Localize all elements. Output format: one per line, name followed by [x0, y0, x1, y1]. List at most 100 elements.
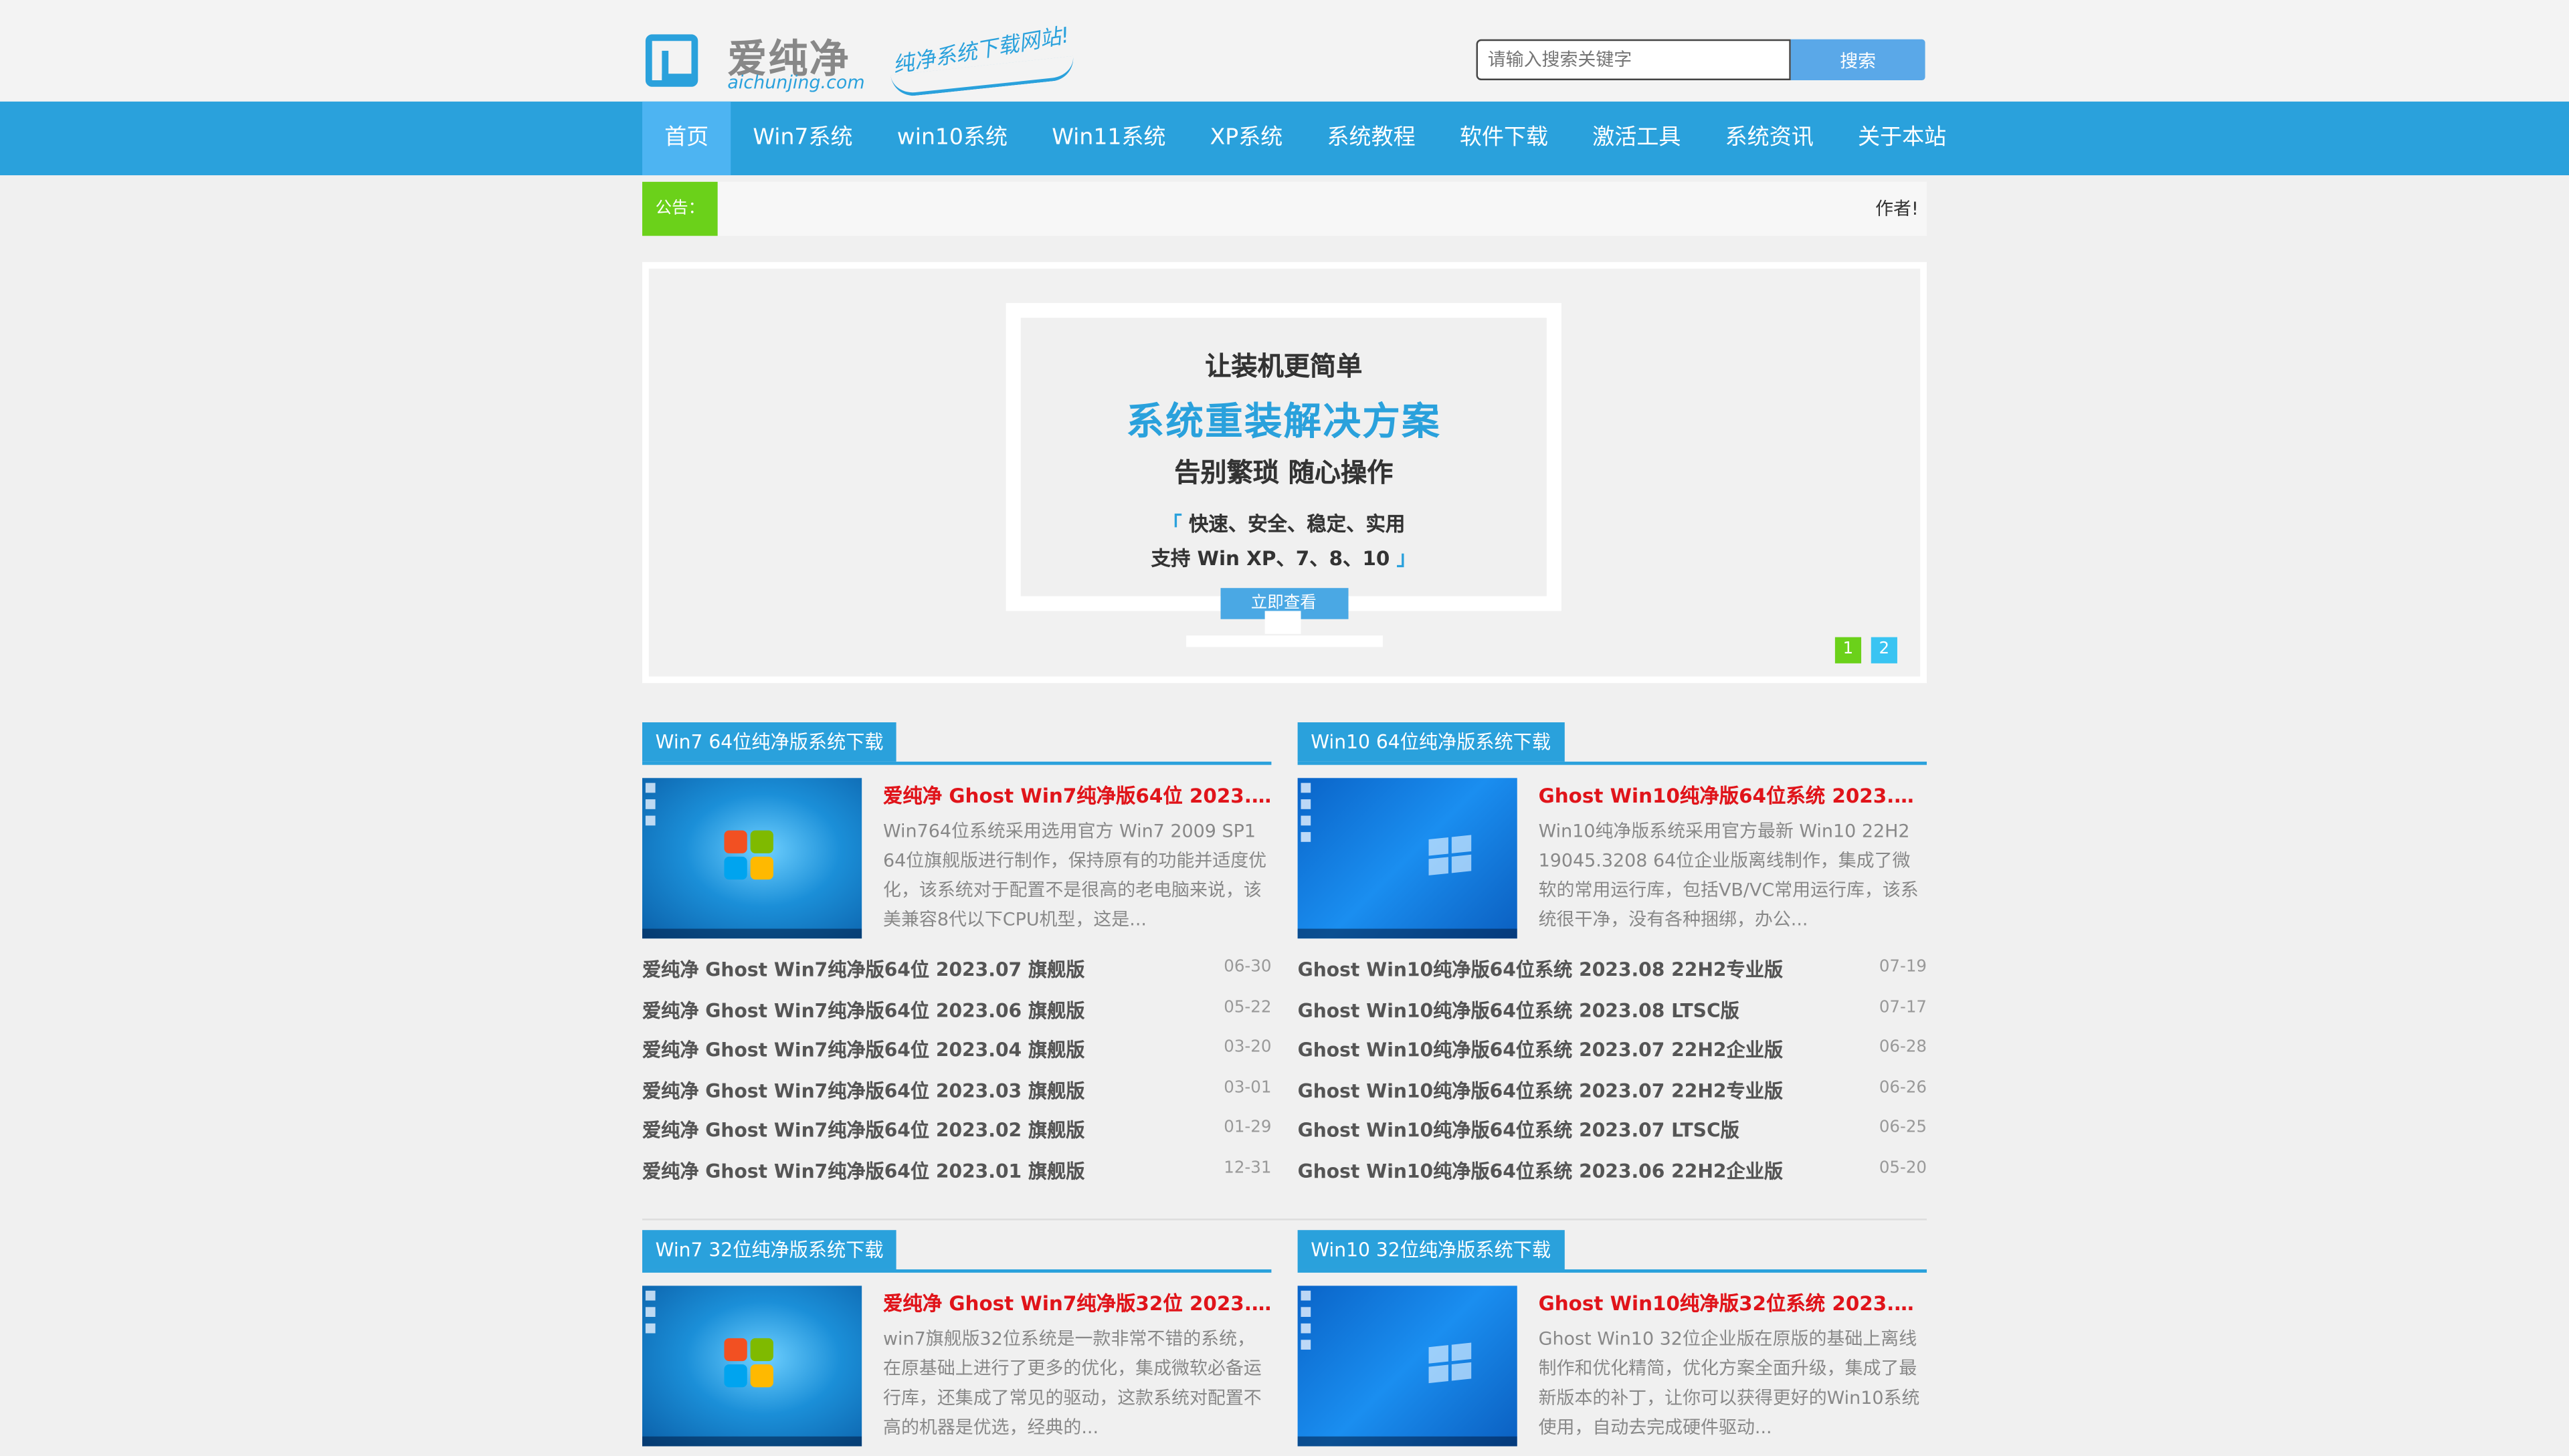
- banner-line-4: 「 快速、安全、稳定、实用: [1021, 510, 1547, 538]
- section-header: Win7 64位纯净版系统下载: [642, 722, 1272, 765]
- main-nav: 首页 Win7系统 win10系统 Win11系统 XP系统 系统教程 软件下载…: [0, 101, 2569, 176]
- list-item-title[interactable]: Ghost Win10纯净版64位系统 2023.08 LTSC版: [1298, 999, 1739, 1021]
- nav-item-win11[interactable]: Win11系统: [1030, 102, 1187, 175]
- featured-item: Ghost Win10纯净版32位系统 2023.08 22H2专业版 Ghos…: [1297, 1273, 1927, 1456]
- banner-slider: 让装机更简单 系统重装解决方案 告别繁琐 随心操作 「 快速、安全、稳定、实用 …: [642, 262, 1927, 684]
- windows10-logo-icon: [1428, 1342, 1475, 1386]
- list-item-date: 06-26: [1879, 1078, 1927, 1097]
- win7-thumbnail[interactable]: [642, 778, 862, 939]
- list-item[interactable]: 爱纯净 Ghost Win7纯净版64位 2023.01 旗舰版 12-31: [642, 1149, 1271, 1189]
- win10-thumbnail[interactable]: [1297, 1285, 1517, 1447]
- list-item[interactable]: Ghost Win10纯净版64位系统 2023.08 22H2专业版 07-19: [1298, 948, 1927, 989]
- taskbar: [1297, 1436, 1517, 1447]
- article-list: Ghost Win10纯净版64位系统 2023.08 22H2专业版 07-19…: [1298, 948, 1927, 1189]
- list-item-title[interactable]: Ghost Win10纯净版64位系统 2023.06 22H2企业版: [1298, 1159, 1783, 1182]
- list-item-date: 05-20: [1879, 1158, 1927, 1177]
- section-divider: [642, 1219, 1927, 1221]
- nav-item-about[interactable]: 关于本站: [1836, 102, 1968, 175]
- win7-thumbnail[interactable]: [642, 1285, 862, 1447]
- slider-page-1[interactable]: 1: [1834, 637, 1862, 663]
- list-item[interactable]: 爱纯净 Ghost Win7纯净版64位 2023.06 旗舰版 05-22: [642, 989, 1271, 1029]
- list-item-date: 05-22: [1224, 998, 1272, 1017]
- section-title[interactable]: Win10 64位纯净版系统下载: [1297, 722, 1564, 762]
- list-item[interactable]: 爱纯净 Ghost Win7纯净版64位 2023.04 旗舰版 03-20: [642, 1029, 1271, 1069]
- list-item-title[interactable]: 爱纯净 Ghost Win7纯净版64位 2023.01 旗舰版: [642, 1159, 1084, 1182]
- section-header: Win10 64位纯净版系统下载: [1297, 722, 1927, 765]
- list-item-title[interactable]: 爱纯净 Ghost Win7纯净版64位 2023.02 旗舰版: [642, 1119, 1084, 1142]
- nav-item-activation[interactable]: 激活工具: [1570, 102, 1703, 175]
- desktop-icon: [1301, 815, 1311, 826]
- list-item[interactable]: Ghost Win10纯净版64位系统 2023.06 22H2企业版 05-20: [1298, 1149, 1927, 1189]
- bracket-open: 「: [1162, 512, 1182, 536]
- windows7-logo-icon: [724, 1338, 776, 1390]
- section-win10-32: Win10 32位纯净版系统下载 Ghost Win10纯净版32位系统 202…: [1297, 1230, 1927, 1456]
- nav-item-software[interactable]: 软件下载: [1438, 102, 1570, 175]
- list-item-date: 06-28: [1879, 1038, 1927, 1057]
- featured-title[interactable]: 爱纯净 Ghost Win7纯净版32位 2023.07 旗舰版: [883, 1289, 1271, 1317]
- featured-title[interactable]: Ghost Win10纯净版64位系统 2023.08 22H2专业版: [1539, 781, 1927, 809]
- list-item-title[interactable]: 爱纯净 Ghost Win7纯净版64位 2023.07 旗舰版: [642, 958, 1084, 981]
- desktop-icon: [1301, 783, 1311, 793]
- nav-item-win7[interactable]: Win7系统: [731, 102, 874, 175]
- section-win7-32: Win7 32位纯净版系统下载 爱纯净 Ghost Win7纯净版32位 202…: [642, 1230, 1272, 1456]
- featured-desc: Win10纯净版系统采用官方最新 Win10 22H2 19045.3208 6…: [1538, 820, 1919, 931]
- nav-item-news[interactable]: 系统资讯: [1703, 102, 1836, 175]
- article-list: 爱纯净 Ghost Win7纯净版64位 2023.07 旗舰版 06-30 爱纯…: [642, 948, 1271, 1189]
- slider-pager: 1 2: [1834, 637, 1897, 663]
- list-item-date: 07-19: [1879, 958, 1927, 976]
- section-title[interactable]: Win10 32位纯净版系统下载: [1297, 1230, 1564, 1269]
- list-item-title[interactable]: Ghost Win10纯净版64位系统 2023.07 22H2专业版: [1298, 1079, 1783, 1102]
- desktop-icon: [1301, 1307, 1311, 1317]
- nav-item-tutorials[interactable]: 系统教程: [1305, 102, 1437, 175]
- list-item[interactable]: Ghost Win10纯净版64位系统 2023.08 LTSC版 07-17: [1298, 989, 1927, 1029]
- windows7-logo-icon: [724, 830, 776, 883]
- section-title[interactable]: Win7 32位纯净版系统下载: [642, 1230, 897, 1269]
- section-title[interactable]: Win7 64位纯净版系统下载: [642, 722, 897, 762]
- list-item-title[interactable]: 爱纯净 Ghost Win7纯净版64位 2023.04 旗舰版: [642, 1039, 1084, 1061]
- nav-item-win10[interactable]: win10系统: [875, 102, 1030, 175]
- page: 爱纯净 aichunjing.com 纯净系统下载网站! 搜索 首页 Win7系…: [0, 0, 2569, 1447]
- site-header: 爱纯净 aichunjing.com 纯净系统下载网站! 搜索: [0, 0, 2569, 102]
- search-button[interactable]: 搜索: [1790, 39, 1925, 81]
- list-item-title[interactable]: 爱纯净 Ghost Win7纯净版64位 2023.03 旗舰版: [642, 1079, 1084, 1102]
- list-item-date: 06-25: [1879, 1118, 1927, 1137]
- banner-line-1: 让装机更简单: [1205, 350, 1363, 382]
- list-item-date: 07-17: [1879, 998, 1927, 1017]
- desktop-icon: [645, 1290, 656, 1301]
- featured-item: 爱纯净 Ghost Win7纯净版32位 2023.07 旗舰版 win7旗舰版…: [642, 1273, 1271, 1456]
- banner-line-5: 支持 Win XP、7、8、10 」: [1021, 544, 1547, 572]
- list-item-title[interactable]: Ghost Win10纯净版64位系统 2023.08 22H2专业版: [1298, 958, 1783, 981]
- nav-item-xp[interactable]: XP系统: [1188, 102, 1305, 175]
- banner-features: 快速、安全、稳定、实用: [1188, 512, 1406, 536]
- list-item[interactable]: 爱纯净 Ghost Win7纯净版64位 2023.03 旗舰版 03-01: [642, 1069, 1271, 1109]
- featured-desc: Win764位系统采用选用官方 Win7 2009 SP1 64位旗舰版进行制作…: [883, 820, 1267, 931]
- section-header: Win10 32位纯净版系统下载: [1297, 1230, 1927, 1273]
- featured-title[interactable]: 爱纯净 Ghost Win7纯净版64位 2023.07 旗舰版: [883, 781, 1271, 809]
- desktop-icon: [645, 799, 656, 809]
- bracket-close: 」: [1396, 546, 1417, 570]
- slider-page-2[interactable]: 2: [1871, 637, 1897, 663]
- featured-title[interactable]: Ghost Win10纯净版32位系统 2023.08 22H2专业版: [1539, 1289, 1927, 1317]
- banner-headline: 系统重装解决方案: [1126, 401, 1441, 444]
- list-item[interactable]: 爱纯净 Ghost Win7纯净版64位 2023.07 旗舰版 06-30: [642, 948, 1271, 989]
- site-logo[interactable]: 爱纯净 aichunjing.com 纯净系统下载网站!: [642, 24, 1084, 98]
- win10-thumbnail[interactable]: [1297, 778, 1517, 939]
- list-item-date: 03-01: [1224, 1078, 1272, 1097]
- list-item-title[interactable]: Ghost Win10纯净版64位系统 2023.07 LTSC版: [1298, 1119, 1739, 1142]
- featured-item: Ghost Win10纯净版64位系统 2023.08 22H2专业版 Win1…: [1297, 765, 1927, 948]
- list-item[interactable]: Ghost Win10纯净版64位系统 2023.07 22H2企业版 06-28: [1298, 1029, 1927, 1069]
- list-item-title[interactable]: Ghost Win10纯净版64位系统 2023.07 22H2企业版: [1298, 1039, 1783, 1061]
- notice-text[interactable]: 作者!: [1875, 182, 1919, 236]
- banner-line-3: 告别繁琐 随心操作: [1174, 457, 1394, 488]
- monitor-base: [1186, 635, 1383, 647]
- list-item[interactable]: Ghost Win10纯净版64位系统 2023.07 22H2专业版 06-26: [1298, 1069, 1927, 1109]
- nav-item-home[interactable]: 首页: [642, 101, 731, 176]
- desktop-icon: [1301, 1340, 1311, 1350]
- desktop-icon: [1301, 1323, 1311, 1334]
- search-input[interactable]: [1476, 39, 1791, 81]
- list-item-title[interactable]: 爱纯净 Ghost Win7纯净版64位 2023.06 旗舰版: [642, 999, 1084, 1021]
- banner-slide[interactable]: 让装机更简单 系统重装解决方案 告别繁琐 随心操作 「 快速、安全、稳定、实用 …: [648, 268, 1921, 677]
- featured-desc: Ghost Win10 32位企业版在原版的基础上离线制作和优化精简，优化方案全…: [1538, 1328, 1920, 1439]
- list-item[interactable]: 爱纯净 Ghost Win7纯净版64位 2023.02 旗舰版 01-29: [642, 1109, 1271, 1149]
- list-item[interactable]: Ghost Win10纯净版64位系统 2023.07 LTSC版 06-25: [1298, 1109, 1927, 1149]
